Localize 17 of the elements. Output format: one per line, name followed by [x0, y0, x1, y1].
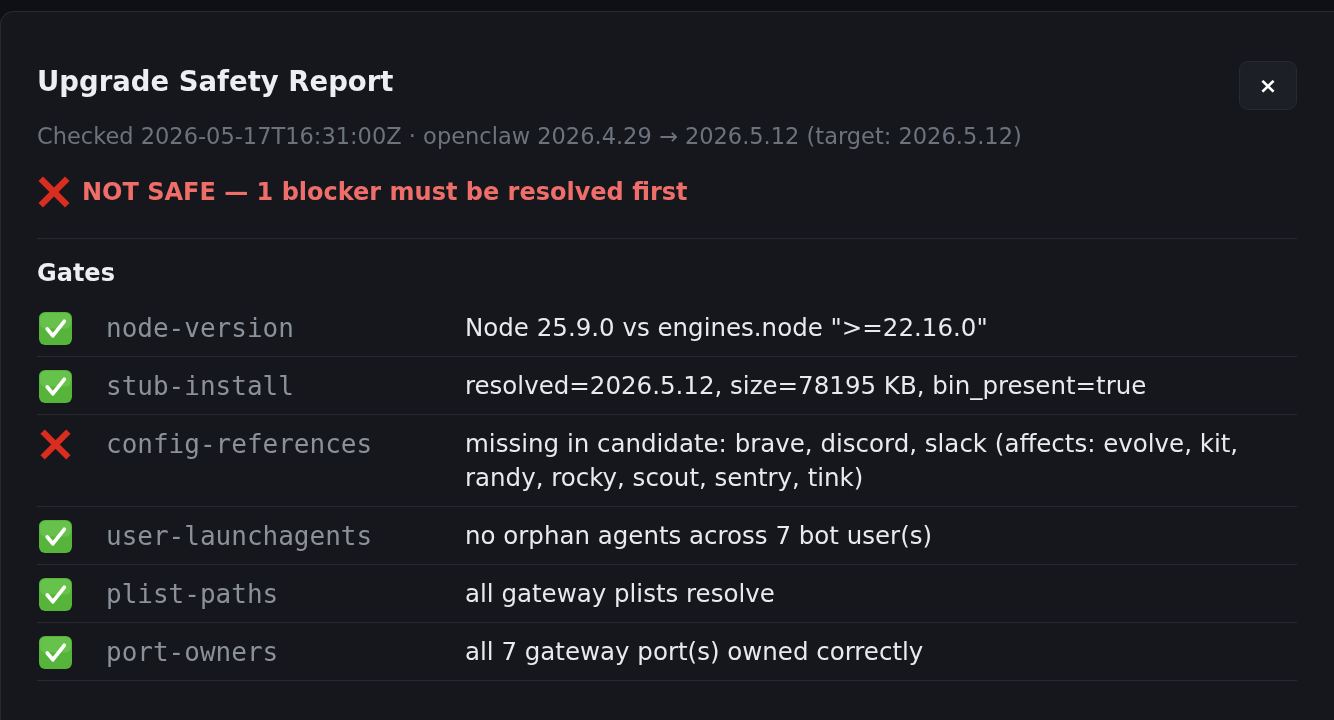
- gate-name: plist-paths: [106, 578, 280, 611]
- gate-detail: Node 25.9.0 vs engines.node ">=22.16.0": [465, 312, 989, 344]
- gate-name: user-launchagents: [106, 520, 374, 553]
- gate-detail: resolved=2026.5.12, size=78195 KB, bin_present=true: [465, 370, 1148, 402]
- gate-name: stub-install: [106, 370, 295, 403]
- gate-name: node-version: [106, 312, 295, 345]
- dialog-title: Upgrade Safety Report: [37, 64, 394, 99]
- section-heading: Gates: [37, 258, 116, 289]
- gate-detail: all 7 gateway port(s) owned correctly: [465, 636, 925, 668]
- gate-detail: missing in candidate: brave, discord, slack (affects: evolve, kit, randy, rocky, scout, sentry, tink): [465, 428, 1240, 494]
- check-summary: Checked 2026-05-17T16:31:00Z · openclaw 2026.4.29 → 2026.5.12 (target: 2026.5.12): [37, 122, 1023, 151]
- gate-name: port-owners: [106, 636, 280, 669]
- verdict-text: NOT SAFE — 1 blocker must be resolved first: [82, 177, 688, 208]
- gate-name: config-references: [106, 428, 374, 461]
- gate-detail: all gateway plists resolve: [465, 578, 776, 610]
- gate-detail: no orphan agents across 7 bot user(s): [465, 520, 934, 552]
- close-button[interactable]: ×: [1239, 61, 1297, 110]
